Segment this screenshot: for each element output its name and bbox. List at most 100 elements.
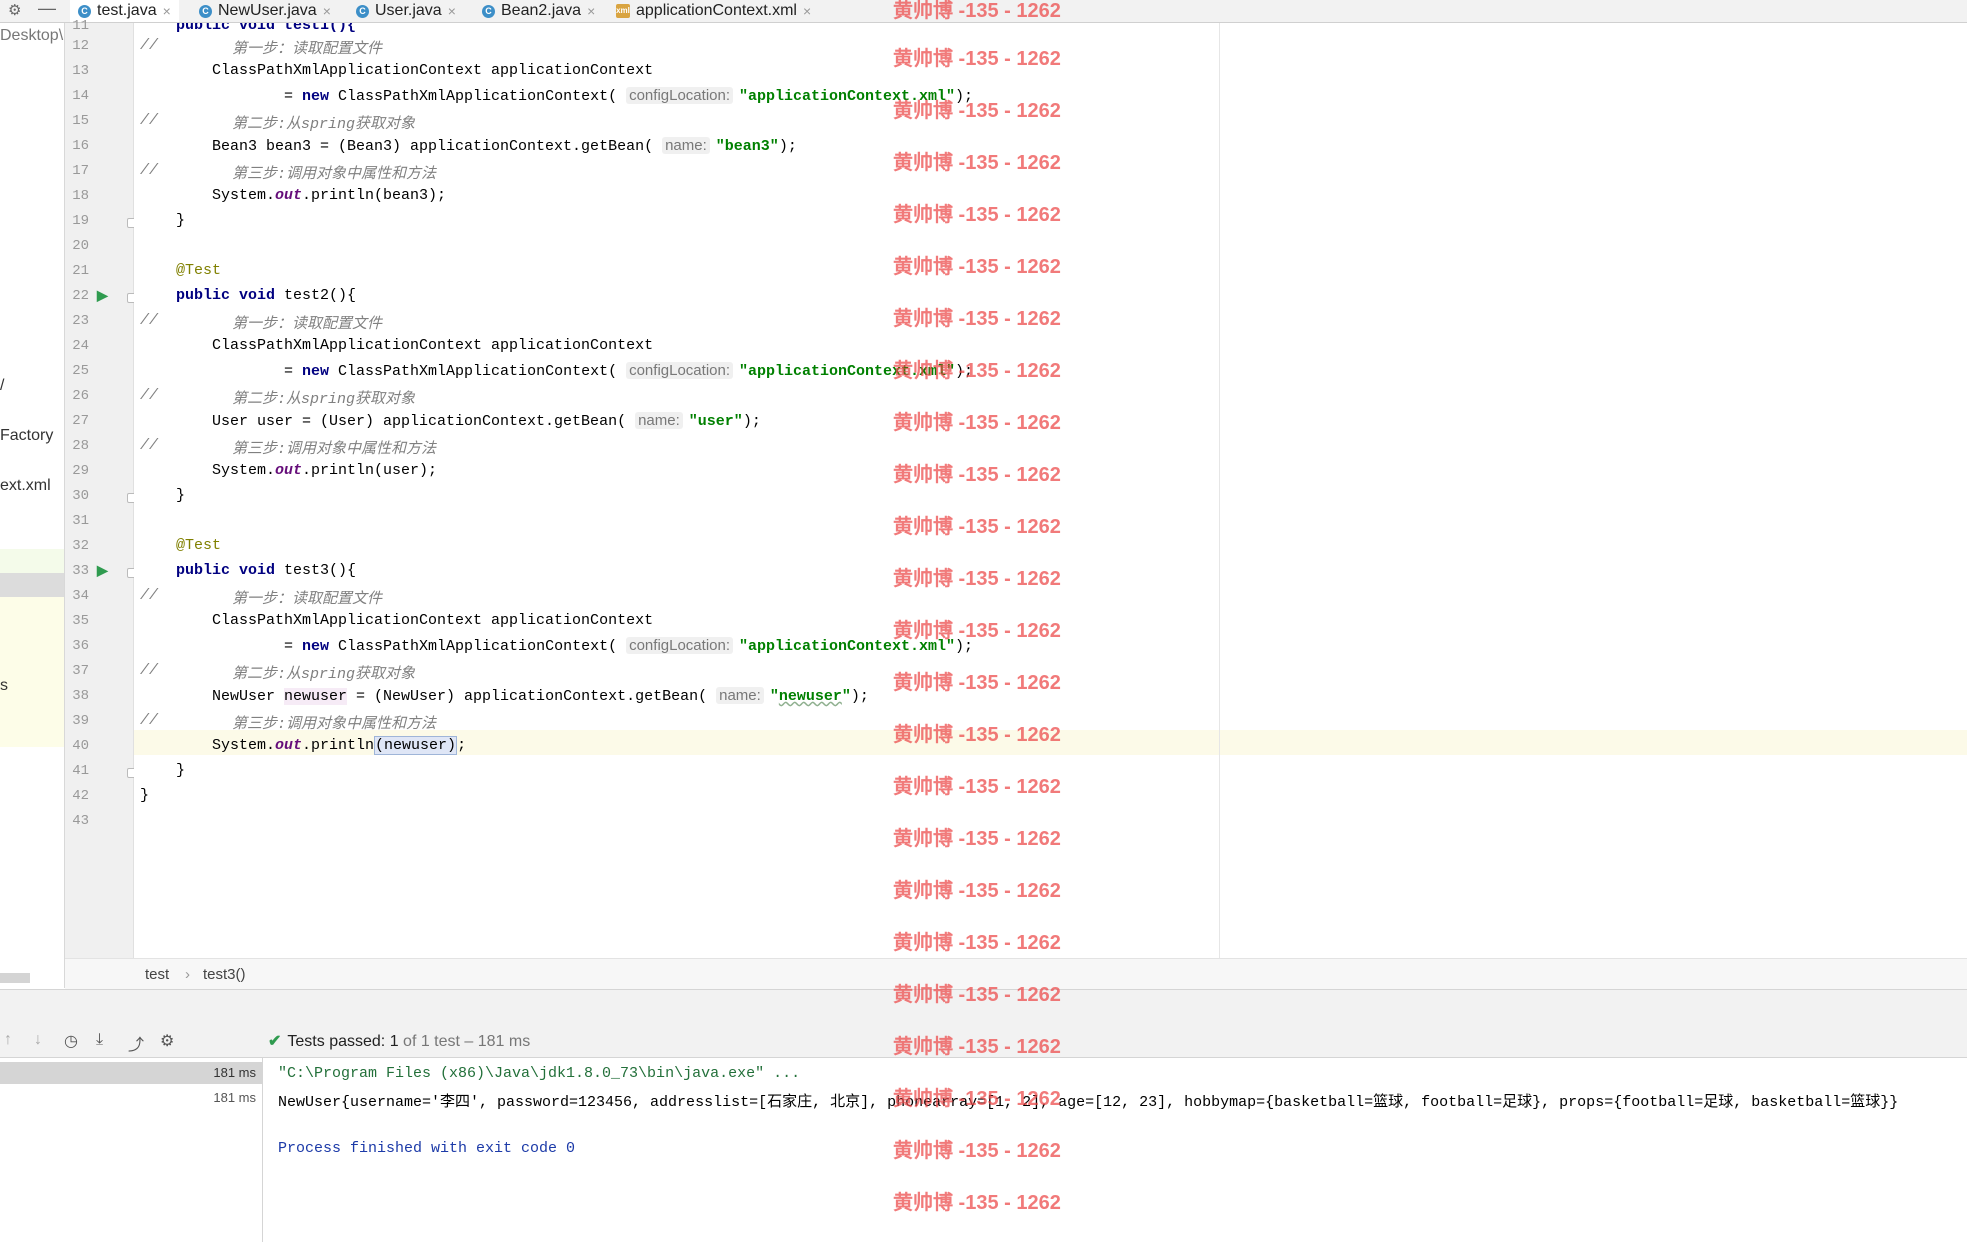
arrow-up-icon[interactable]: ↑ bbox=[4, 1031, 12, 1049]
code-line-37-text: 第二步:从spring获取对象 bbox=[232, 662, 415, 683]
close-icon[interactable]: × bbox=[587, 3, 595, 19]
project-item[interactable]: Desktop\ bbox=[0, 27, 63, 45]
code-text: ); bbox=[955, 638, 974, 655]
tab-user-java[interactable]: C User.java × bbox=[352, 0, 460, 22]
annotation: @Test bbox=[176, 537, 222, 554]
code-line-16: Bean3 bean3 = (Bean3) applicationContext… bbox=[212, 137, 797, 155]
close-icon[interactable]: × bbox=[323, 3, 331, 19]
project-row-highlight bbox=[0, 549, 64, 573]
code-text: NewUser bbox=[212, 688, 285, 705]
tab-label: test.java bbox=[97, 2, 157, 19]
line-number: 25 bbox=[72, 363, 89, 379]
run-panel-header bbox=[0, 989, 1967, 1025]
code-text: ClassPathXmlApplicationContext( bbox=[329, 363, 618, 380]
keyword: public bbox=[176, 287, 231, 304]
console-output[interactable]: "C:\Program Files (x86)\Java\jdk1.8.0_73… bbox=[263, 1058, 1967, 1242]
line-number: 41 bbox=[72, 763, 89, 779]
gear-icon[interactable]: ⚙ bbox=[8, 1, 21, 19]
code-text: System. bbox=[212, 187, 276, 204]
line-number: 14 bbox=[72, 88, 89, 104]
project-item[interactable]: ext.xml bbox=[0, 477, 51, 495]
check-icon: ✔ bbox=[268, 1033, 282, 1050]
static-field: out bbox=[275, 187, 303, 204]
code-text: System. bbox=[212, 462, 276, 479]
status-detail: of 1 test – 181 ms bbox=[403, 1033, 531, 1050]
code-line-19: } bbox=[176, 212, 185, 229]
tab-bean2-java[interactable]: C Bean2.java × bbox=[478, 0, 599, 22]
code-line-12: // bbox=[140, 37, 158, 54]
code-line-11: public void test1(){ bbox=[176, 23, 356, 34]
line-number: 12 bbox=[72, 38, 89, 54]
comment-marker: // bbox=[140, 112, 159, 129]
parameter-hint: configLocation: bbox=[626, 637, 733, 654]
line-number: 15 bbox=[72, 113, 89, 129]
code-line-29: System.out.println(user); bbox=[212, 462, 437, 479]
minimize-icon[interactable]: — bbox=[38, 0, 56, 19]
code-line-37: // bbox=[140, 662, 158, 679]
string-literal: "applicationContext.xml" bbox=[739, 363, 956, 380]
line-number: 29 bbox=[72, 463, 89, 479]
code-editor[interactable]: public void test1(){ // 第一步：读取配置文件 Class… bbox=[134, 23, 1967, 958]
code-line-39: // bbox=[140, 712, 158, 729]
line-number: 37 bbox=[72, 663, 89, 679]
code-line-28-text: 第三步:调用对象中属性和方法 bbox=[232, 437, 436, 458]
code-line-24: ClassPathXmlApplicationContext applicati… bbox=[212, 337, 653, 354]
comment: 第一步：读取配置文件 bbox=[232, 316, 383, 333]
string-literal: " bbox=[841, 688, 851, 705]
project-scrollbar[interactable] bbox=[0, 973, 30, 983]
comment-marker: // bbox=[140, 662, 159, 679]
comment: 第一步：读取配置文件 bbox=[232, 591, 383, 608]
test-tree: 181 ms 181 ms bbox=[0, 1058, 263, 1242]
class-icon: C bbox=[78, 4, 91, 18]
line-number: 42 bbox=[72, 788, 89, 804]
tab-newuser-java[interactable]: C NewUser.java × bbox=[195, 0, 335, 22]
code-line-22: public void test2(){ bbox=[176, 287, 356, 304]
project-item[interactable]: Factory bbox=[0, 427, 53, 445]
close-icon[interactable]: × bbox=[448, 3, 456, 19]
line-number: 35 bbox=[72, 613, 89, 629]
code-line-40: System.out.println(newuser); bbox=[212, 736, 466, 755]
test-duration: 181 ms bbox=[213, 1090, 256, 1105]
line-number: 19 bbox=[72, 213, 89, 229]
gear-icon[interactable]: ⚙ bbox=[160, 1031, 174, 1051]
import-icon[interactable]: ⤓ bbox=[96, 1031, 103, 1049]
run-test-icon[interactable]: ▶ bbox=[97, 287, 108, 304]
code-text: ClassPathXmlApplicationContext( bbox=[329, 88, 618, 105]
history-icon[interactable]: ◷ bbox=[64, 1031, 78, 1051]
project-item[interactable]: s bbox=[0, 677, 8, 695]
editor-tab-bar: ⚙ — C test.java × C NewUser.java × C Use… bbox=[0, 0, 1967, 23]
code-line-35: ClassPathXmlApplicationContext applicati… bbox=[212, 612, 653, 629]
string-literal: "user" bbox=[688, 413, 743, 430]
method-name: test3(){ bbox=[275, 562, 357, 579]
code-line-34-text: 第一步：读取配置文件 bbox=[232, 587, 382, 608]
code-text: } bbox=[140, 787, 150, 804]
code-line-36: = new ClassPathXmlApplicationContext( co… bbox=[284, 637, 973, 655]
close-icon[interactable]: × bbox=[163, 3, 171, 19]
code-text: ClassPathXmlApplicationContext applicati… bbox=[212, 612, 654, 629]
export-icon[interactable]: ⤴ bbox=[128, 1031, 144, 1055]
code-line-41: } bbox=[176, 762, 185, 779]
breadcrumb-item-method[interactable]: test3() bbox=[203, 966, 246, 983]
code-line-17: // bbox=[140, 162, 158, 179]
code-line-30: } bbox=[176, 487, 185, 504]
line-number: 39 bbox=[72, 713, 89, 729]
arrow-down-icon[interactable]: ↓ bbox=[34, 1031, 42, 1049]
line-number: 23 bbox=[72, 313, 89, 329]
project-item[interactable]: / bbox=[0, 377, 4, 395]
code-line-21: @Test bbox=[176, 262, 221, 279]
xml-file-icon: xml bbox=[616, 4, 630, 18]
tab-applicationcontext-xml[interactable]: xml applicationContext.xml × bbox=[612, 0, 815, 22]
comment-marker: // bbox=[140, 587, 159, 604]
line-number: 17 bbox=[72, 163, 89, 179]
code-text: ClassPathXmlApplicationContext applicati… bbox=[212, 337, 654, 354]
parameter-hint: configLocation: bbox=[626, 87, 733, 104]
code-text: ); bbox=[850, 688, 869, 705]
run-test-icon[interactable]: ▶ bbox=[97, 562, 108, 579]
code-text: = bbox=[284, 638, 303, 655]
code-line-15-text: 第二步:从spring获取对象 bbox=[232, 112, 415, 133]
line-number: 32 bbox=[72, 538, 89, 554]
close-icon[interactable]: × bbox=[803, 3, 811, 19]
code-text: } bbox=[176, 487, 186, 504]
string-literal: "bean3" bbox=[715, 138, 779, 155]
breadcrumb-item-class[interactable]: test bbox=[145, 966, 169, 983]
